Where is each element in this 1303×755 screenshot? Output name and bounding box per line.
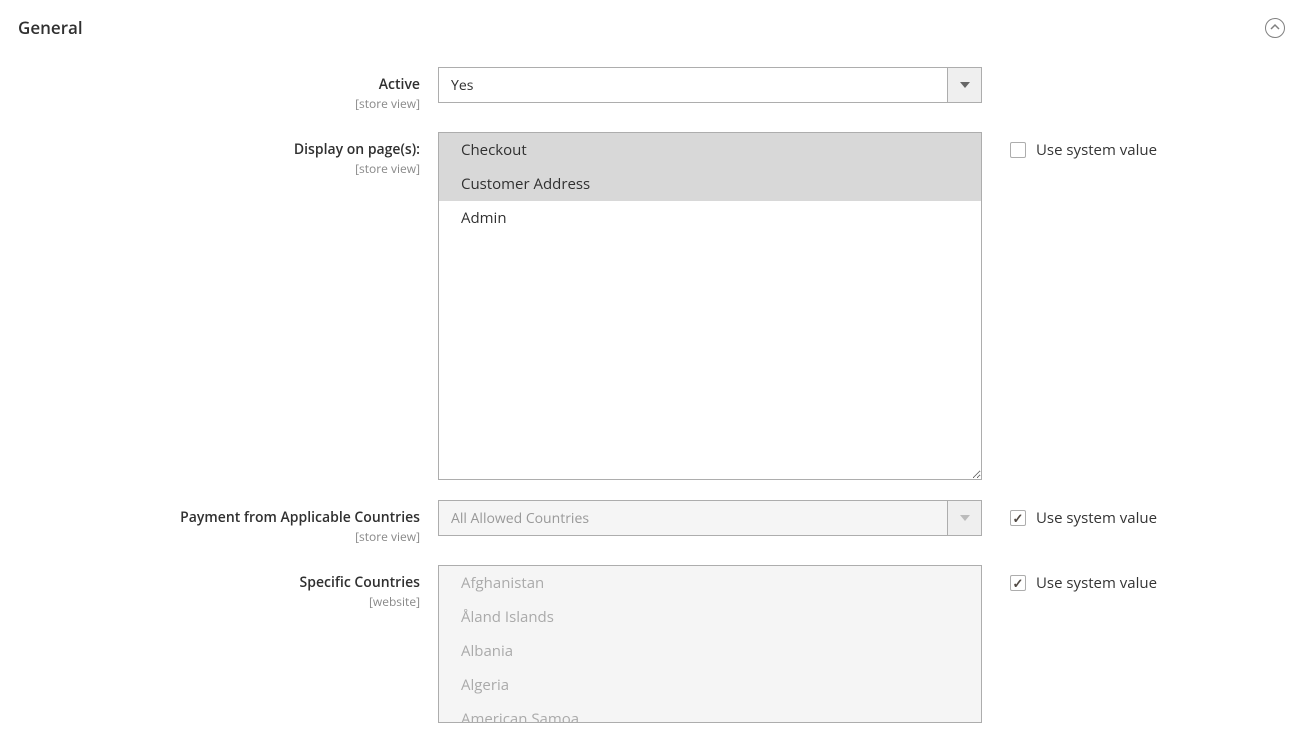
specific-countries-multiselect: AfghanistanÅland IslandsAlbaniaAlgeriaAm… bbox=[438, 565, 982, 723]
field-extra-col: Use system value bbox=[982, 500, 1157, 528]
field-label: Payment from Applicable Countries bbox=[18, 508, 420, 527]
multiselect-option: Algeria bbox=[439, 668, 981, 702]
section-header: General bbox=[18, 12, 1285, 67]
payment-countries-select: All Allowed Countries bbox=[438, 500, 982, 536]
use-system-value-checkbox[interactable] bbox=[1010, 575, 1026, 591]
field-scope: [store view] bbox=[18, 95, 420, 112]
field-display-on-pages: Display on page(s): [store view] Checkou… bbox=[18, 132, 1285, 480]
field-label: Active bbox=[18, 75, 420, 94]
field-extra-col: Use system value bbox=[982, 132, 1157, 160]
multiselect-option: Afghanistan bbox=[439, 566, 981, 600]
chevron-down-icon bbox=[960, 515, 970, 521]
field-scope: [store view] bbox=[18, 160, 420, 177]
chevron-down-icon bbox=[960, 82, 970, 88]
select-arrow bbox=[947, 68, 981, 102]
active-select[interactable]: Yes bbox=[438, 67, 982, 103]
field-label-col: Specific Countries [website] bbox=[18, 565, 438, 610]
field-scope: [website] bbox=[18, 593, 420, 610]
field-label-col: Payment from Applicable Countries [store… bbox=[18, 500, 438, 545]
select-value: All Allowed Countries bbox=[439, 501, 947, 535]
use-system-value-label[interactable]: Use system value bbox=[1036, 508, 1157, 528]
select-value: Yes bbox=[439, 68, 947, 102]
section-title: General bbox=[18, 16, 83, 39]
multiselect-option[interactable]: Customer Address bbox=[439, 167, 981, 201]
multiselect-option: American Samoa bbox=[439, 702, 981, 723]
field-scope: [store view] bbox=[18, 528, 420, 545]
field-input-col: CheckoutCustomer AddressAdmin bbox=[438, 132, 982, 480]
use-system-value-checkbox[interactable] bbox=[1010, 510, 1026, 526]
use-system-value-label[interactable]: Use system value bbox=[1036, 140, 1157, 160]
field-specific-countries: Specific Countries [website] Afghanistan… bbox=[18, 565, 1285, 723]
collapse-toggle[interactable] bbox=[1265, 18, 1285, 38]
display-on-pages-multiselect[interactable]: CheckoutCustomer AddressAdmin bbox=[438, 132, 982, 480]
field-input-col: AfghanistanÅland IslandsAlbaniaAlgeriaAm… bbox=[438, 565, 982, 723]
select-arrow bbox=[947, 501, 981, 535]
field-payment-applicable-countries: Payment from Applicable Countries [store… bbox=[18, 500, 1285, 545]
field-label-col: Display on page(s): [store view] bbox=[18, 132, 438, 177]
use-system-value-label[interactable]: Use system value bbox=[1036, 573, 1157, 593]
multiselect-option[interactable]: Checkout bbox=[439, 133, 981, 167]
use-system-value-checkbox[interactable] bbox=[1010, 142, 1026, 158]
field-input-col: All Allowed Countries bbox=[438, 500, 982, 536]
multiselect-option[interactable]: Admin bbox=[439, 201, 981, 235]
field-label-col: Active [store view] bbox=[18, 67, 438, 112]
multiselect-option: Albania bbox=[439, 634, 981, 668]
field-label: Specific Countries bbox=[18, 573, 420, 592]
chevron-up-icon bbox=[1270, 23, 1280, 33]
field-extra-col: Use system value bbox=[982, 565, 1157, 593]
field-label: Display on page(s): bbox=[18, 140, 420, 159]
field-active: Active [store view] Yes bbox=[18, 67, 1285, 112]
multiselect-option: Åland Islands bbox=[439, 600, 981, 634]
field-input-col: Yes bbox=[438, 67, 982, 103]
